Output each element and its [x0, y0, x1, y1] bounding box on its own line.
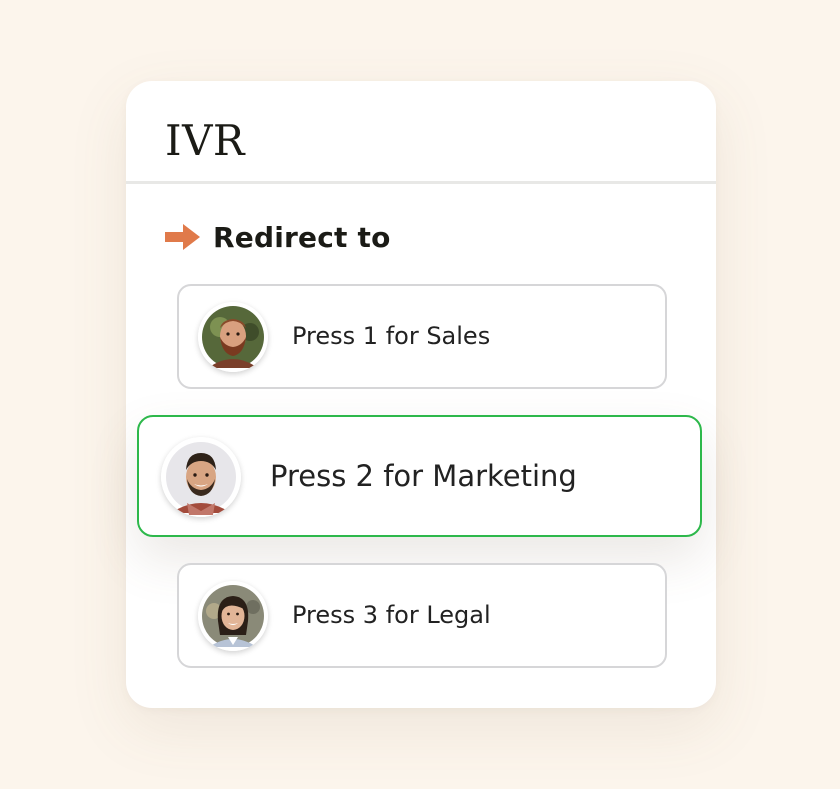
smiling-man-avatar — [161, 437, 241, 517]
card-header: IVR — [126, 81, 716, 184]
card-title: IVR — [165, 116, 246, 165]
smiling-woman-avatar — [198, 581, 268, 651]
option-marketing[interactable]: Press 2 for Marketing — [137, 415, 702, 537]
option-label: Press 1 for Sales — [292, 322, 491, 350]
redirect-label: Redirect to — [213, 220, 391, 254]
option-legal[interactable]: Press 3 for Legal — [177, 563, 667, 668]
man-with-beard-avatar — [198, 302, 268, 372]
option-sales[interactable]: Press 1 for Sales — [177, 284, 667, 389]
option-label: Press 2 for Marketing — [270, 459, 577, 493]
arrow-right-icon — [165, 224, 200, 250]
redirect-heading: Redirect to — [165, 217, 391, 257]
option-label: Press 3 for Legal — [292, 601, 491, 629]
